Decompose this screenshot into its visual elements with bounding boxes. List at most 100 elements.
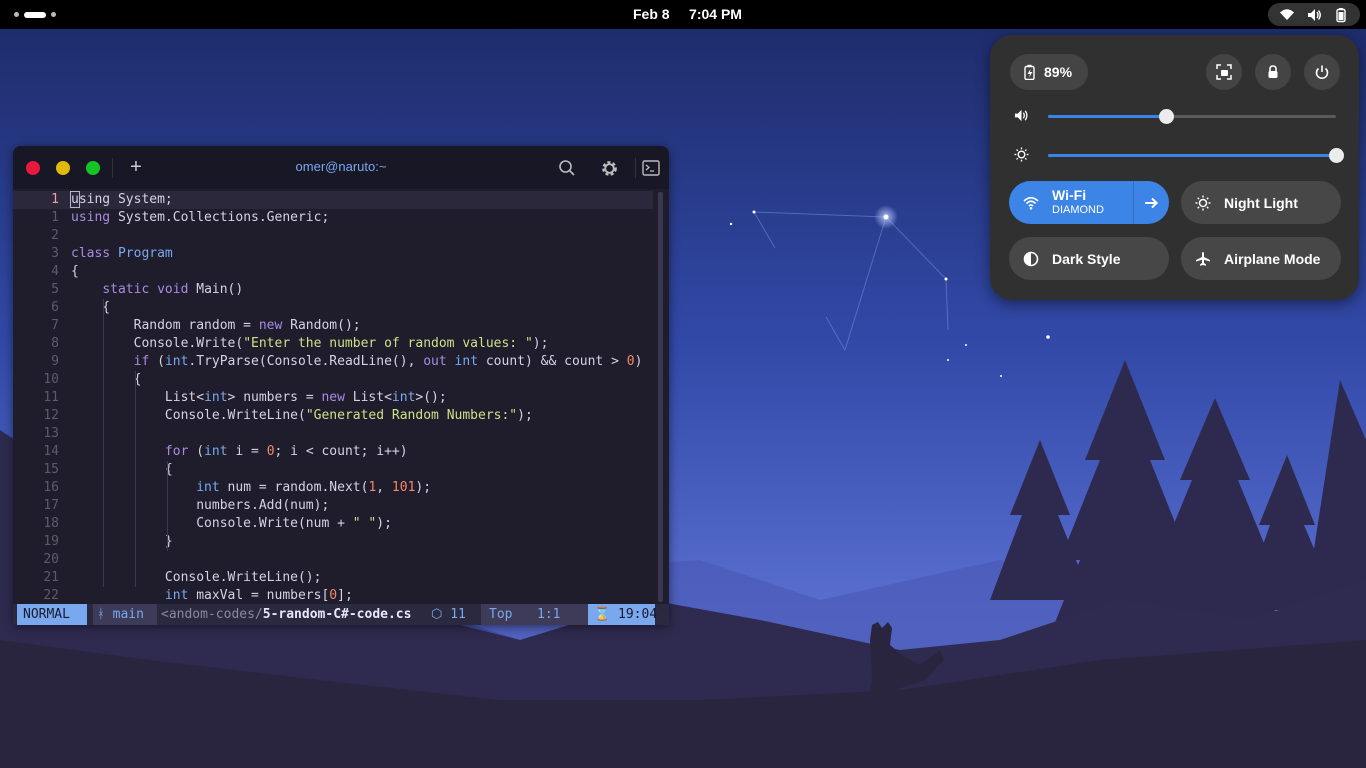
- line-number: 2: [51, 228, 59, 243]
- code-editor[interactable]: 1 using System; 1 using System.Collections.…: [13, 190, 669, 604]
- volume-knob[interactable]: [1159, 109, 1175, 124]
- lock-icon: [1268, 65, 1278, 78]
- terminal-menu-icon[interactable]: [642, 159, 660, 177]
- code-text: for (int i = 0; i < count; i++): [164, 444, 408, 459]
- line-number: 9: [51, 354, 59, 369]
- brightness-slider[interactable]: [1014, 145, 1344, 165]
- code-line[interactable]: 18 Console.Write(num + " ");: [13, 515, 653, 533]
- volume-icon: [1014, 109, 1028, 122]
- active-workspace-pill[interactable]: [24, 11, 46, 18]
- code-line[interactable]: 14 for (int i = 0; i < count; i++): [13, 443, 653, 461]
- diagnostics-count: ⬡ 11: [431, 607, 466, 622]
- code-line[interactable]: 17 numbers.Add(num);: [13, 497, 653, 515]
- line-number: 6: [51, 300, 59, 315]
- terminal-window[interactable]: + omer@naruto:~ 1 using System; 1 using Sys…: [13, 146, 669, 625]
- quick-settings-panel: 89% Wi-Fi DIAMOND Night Light Dark Style: [990, 35, 1359, 300]
- editor-scrollbar[interactable]: [658, 192, 663, 602]
- line-number: 15: [43, 462, 59, 477]
- code-line[interactable]: 6 {: [13, 299, 653, 317]
- activities-indicator[interactable]: [14, 11, 56, 18]
- search-icon[interactable]: [558, 159, 576, 177]
- code-line[interactable]: 10 {: [13, 371, 653, 389]
- clock-time: 7:04 PM: [689, 6, 742, 22]
- lock-button[interactable]: [1255, 54, 1291, 90]
- code-text: {: [71, 300, 111, 315]
- wifi-toggle[interactable]: Wi-Fi DIAMOND: [1009, 181, 1169, 224]
- code-line[interactable]: 4{: [13, 263, 653, 281]
- line-number: 3: [51, 246, 59, 261]
- battery-icon: [1335, 7, 1346, 22]
- code-line[interactable]: 19 }: [13, 533, 653, 551]
- workspace-dot[interactable]: [51, 12, 56, 17]
- header-divider: [635, 158, 636, 178]
- indent-guide: [103, 299, 104, 587]
- code-line[interactable]: 12 Console.WriteLine("Generated Random N…: [13, 407, 653, 425]
- airplane-mode-label: Airplane Mode: [1224, 250, 1321, 267]
- volume-slider[interactable]: [1014, 106, 1340, 126]
- volume-fill: [1048, 115, 1167, 118]
- gear-icon[interactable]: [600, 159, 619, 178]
- airplane-mode-toggle[interactable]: Airplane Mode: [1181, 237, 1341, 280]
- scroll-position: Top: [481, 604, 533, 625]
- file-name: 5-random-C#-code.cs: [262, 607, 412, 622]
- line-number: 21: [43, 570, 59, 585]
- code-text: class Program: [71, 246, 173, 261]
- code-line[interactable]: 16 int num = random.Next(1, 101);: [13, 479, 653, 497]
- line-number: 5: [51, 282, 59, 297]
- diagnostics-count-value: 11: [450, 607, 466, 622]
- system-status-area[interactable]: [1268, 3, 1360, 26]
- battery-button[interactable]: 89%: [1010, 54, 1088, 90]
- code-line[interactable]: 2: [13, 227, 653, 245]
- wifi-menu-arrow[interactable]: [1133, 181, 1169, 224]
- line-number: 7: [51, 318, 59, 333]
- code-line[interactable]: 15 {: [13, 461, 653, 479]
- brightness-track[interactable]: [1048, 148, 1344, 163]
- screenshot-icon: [1216, 64, 1232, 80]
- code-text: {: [71, 264, 79, 279]
- brightness-fill: [1048, 154, 1336, 157]
- airplane-icon: [1196, 251, 1210, 266]
- indent-guide: [135, 371, 136, 587]
- wifi-network-name: DIAMOND: [1052, 203, 1104, 216]
- code-line[interactable]: 7 Random random = new Random();: [13, 317, 653, 335]
- code-text: numbers.Add(num);: [71, 498, 330, 513]
- code-text: {: [71, 372, 142, 387]
- screenshot-button[interactable]: [1206, 54, 1242, 90]
- vim-statusline: NORMAL ᚼ main <andom-codes/5-random-C#-c…: [13, 604, 669, 625]
- code-text: Console.Write(num + " ");: [71, 516, 392, 531]
- code-line[interactable]: 1 using System.Collections.Generic;: [13, 209, 653, 227]
- dark-style-toggle[interactable]: Dark Style: [1009, 237, 1169, 280]
- file-path-prefix: <andom-codes/: [161, 607, 263, 622]
- code-line[interactable]: 3 class Program: [13, 245, 653, 263]
- brightness-knob[interactable]: [1329, 148, 1344, 163]
- statusline-clock-value: 19:04: [618, 607, 658, 622]
- code-line[interactable]: 1 using System;: [13, 191, 653, 209]
- clock[interactable]: Feb 8 7:04 PM: [633, 6, 742, 22]
- night-light-toggle[interactable]: Night Light: [1181, 181, 1341, 224]
- line-number: 13: [43, 426, 59, 441]
- code-text: using System;: [70, 191, 173, 208]
- night-light-label: Night Light: [1224, 194, 1298, 211]
- code-text: if (int.TryParse(Console.ReadLine(), out…: [133, 354, 643, 369]
- code-line[interactable]: 13: [13, 425, 653, 443]
- wifi-icon: [1280, 8, 1295, 20]
- code-line[interactable]: 22 int maxVal = numbers[0];: [13, 587, 653, 605]
- line-number: 8: [51, 336, 59, 351]
- code-line[interactable]: 20: [13, 551, 653, 569]
- code-text: {: [71, 462, 173, 477]
- code-line[interactable]: 21 Console.WriteLine();: [13, 569, 653, 587]
- power-button[interactable]: [1304, 54, 1340, 90]
- workspace-dot[interactable]: [14, 12, 19, 17]
- line-number: 22: [43, 588, 59, 603]
- code-text: int maxVal = numbers[0];: [164, 588, 353, 603]
- code-line[interactable]: 5 static void Main(): [13, 281, 653, 299]
- terminal-header-bar[interactable]: + omer@naruto:~: [13, 146, 669, 189]
- wifi-icon: [1023, 196, 1039, 210]
- code-line[interactable]: 8 Console.Write("Enter the number of ran…: [13, 335, 653, 353]
- volume-track[interactable]: [1048, 109, 1336, 124]
- code-text: Console.Write("Enter the number of rando…: [71, 336, 549, 351]
- code-line[interactable]: 9 if (int.TryParse(Console.ReadLine(), o…: [13, 353, 653, 371]
- night-light-icon: [1195, 195, 1211, 210]
- code-line[interactable]: 11 List<int> numbers = new List<int>();: [13, 389, 653, 407]
- vim-mode-indicator: NORMAL: [17, 604, 87, 625]
